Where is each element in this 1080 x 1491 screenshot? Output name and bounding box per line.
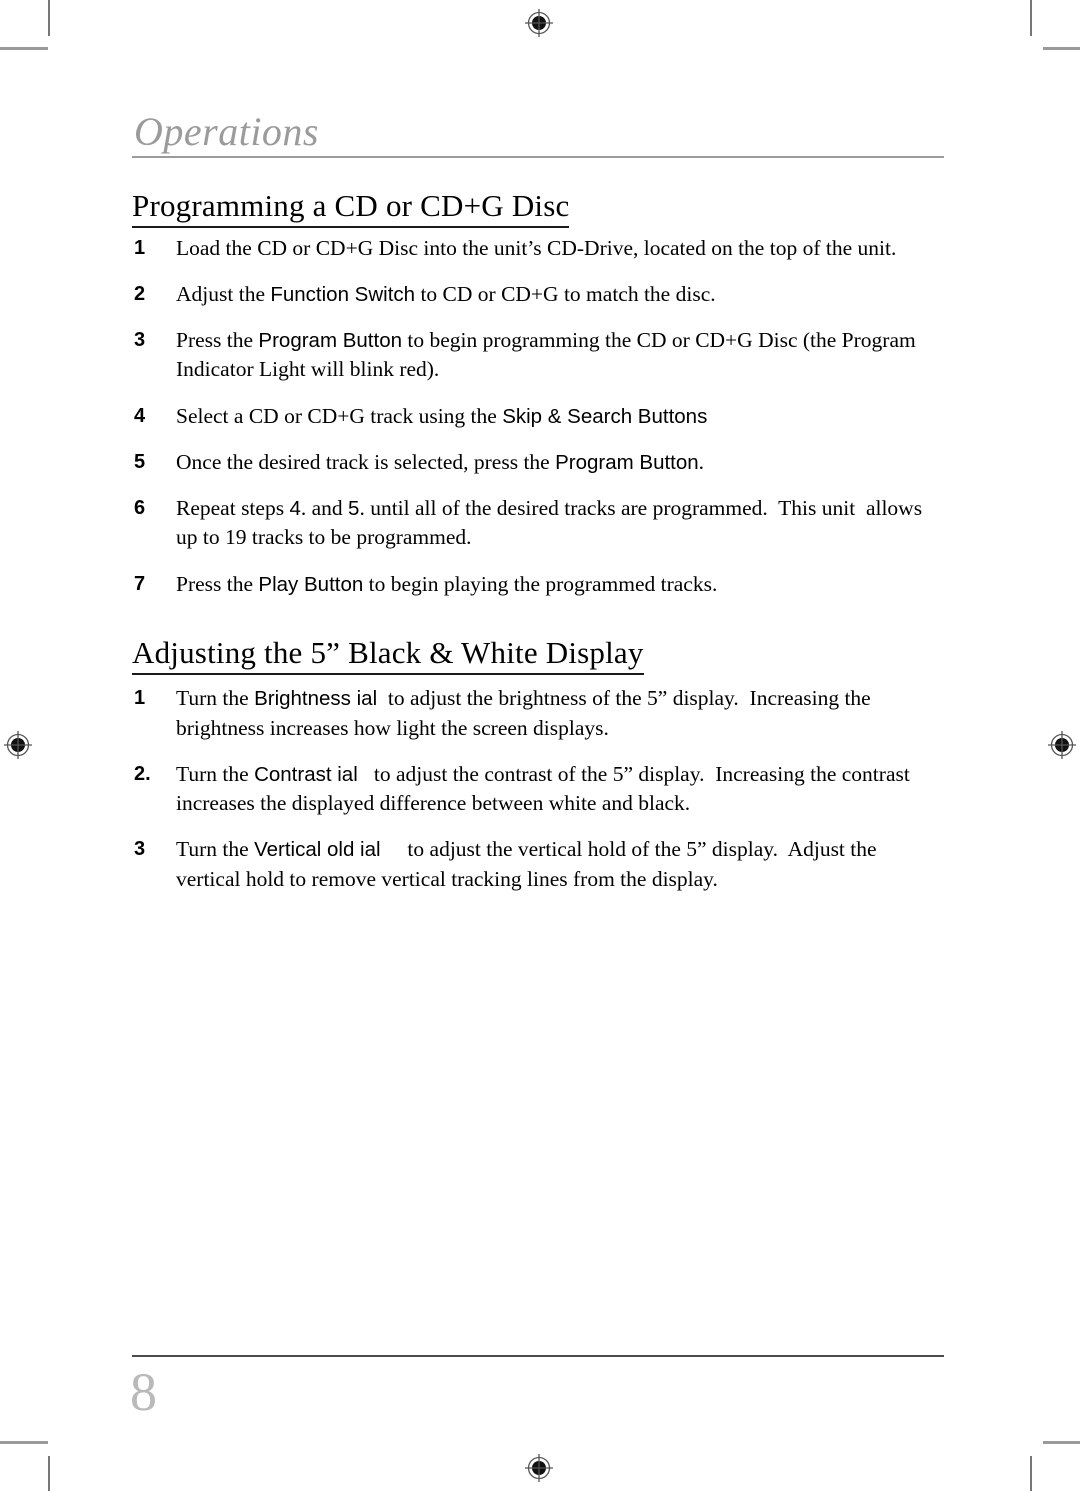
- crop-mark-bottom-right-vertical: [1030, 1456, 1032, 1491]
- step-text-run: Repeat steps: [176, 496, 290, 521]
- section-heading-display: Adjusting the 5” Black & White Display: [132, 634, 944, 675]
- step-text-run: to CD or CD+G to match the disc.: [415, 281, 716, 306]
- chapter-title: Operations: [134, 109, 319, 154]
- step-text: Repeat steps 4. and 5. until all of the …: [176, 494, 944, 552]
- control-name-emphasis: Vertical old ial: [254, 838, 381, 862]
- step-item: 5 Once the desired track is selected, pre…: [132, 448, 944, 477]
- step-text-run: Load the CD or CD+G Disc into the unit’s…: [176, 235, 897, 260]
- crop-mark-top-left-vertical: [48, 0, 50, 36]
- registration-target-icon-left: [4, 731, 32, 759]
- step-text: Adjust the Function Switch to CD or CD+G…: [176, 280, 944, 309]
- step-item: 3 Press the Program Button to begin progr…: [132, 326, 944, 384]
- section-heading-programming: Programming a CD or CD+G Disc: [132, 188, 944, 228]
- step-list-programming: 1 Load the CD or CD+G Disc into the unit’…: [132, 234, 944, 599]
- step-item: 1 Load the CD or CD+G Disc into the unit’…: [132, 234, 944, 263]
- step-item: 1 Turn the Brightness ial to adjust the b…: [132, 684, 944, 742]
- step-text-run: Press the: [176, 571, 259, 596]
- step-text-run: .: [698, 449, 705, 474]
- step-text-run: Turn the: [176, 686, 255, 711]
- step-text-run: Select a CD or CD+G track using the: [176, 403, 503, 428]
- step-text: Load the CD or CD+G Disc into the unit’s…: [176, 234, 944, 263]
- registration-target-icon-right: [1048, 731, 1076, 759]
- section-heading-display-text: Adjusting the 5” Black & White Display: [132, 634, 644, 675]
- registration-target-icon-bottom: [525, 1454, 553, 1482]
- step-number: 5: [134, 450, 146, 473]
- step-text: Press the Program Button to begin progra…: [176, 326, 944, 384]
- step-list-display: 1 Turn the Brightness ial to adjust the b…: [132, 684, 944, 893]
- document-page: Operations Programming a CD or CD+G Disc…: [0, 0, 1080, 1491]
- control-name-emphasis: Contrast ial: [254, 762, 358, 786]
- step-number: 3: [134, 329, 146, 352]
- page-content: Operations Programming a CD or CD+G Disc…: [132, 112, 944, 911]
- step-item: 3 Turn the Vertical old ial to adjust the…: [132, 835, 944, 893]
- step-number: 6: [134, 497, 146, 520]
- crop-mark-top-right-horizontal: [1043, 47, 1080, 50]
- step-text: Once the desired track is selected, pres…: [176, 448, 944, 477]
- step-text: Turn the Contrast ial to adjust the cont…: [176, 760, 944, 818]
- step-text-run: . and: [300, 496, 349, 521]
- crop-mark-top-left-horizontal: [0, 47, 48, 50]
- step-number: 2: [134, 282, 146, 305]
- step-text: Turn the Brightness ial to adjust the br…: [176, 684, 944, 742]
- step-item: 6 Repeat steps 4. and 5. until all of the…: [132, 494, 944, 552]
- step-number: 2.: [134, 762, 151, 785]
- step-text: Select a CD or CD+G track using the Skip…: [176, 402, 944, 431]
- control-name-emphasis: Program Button: [555, 450, 699, 474]
- step-number: 1: [134, 236, 146, 259]
- step-number: 7: [134, 572, 146, 595]
- control-name-emphasis: Program Button: [258, 329, 402, 353]
- step-item: 7 Press the Play Button to begin playing …: [132, 570, 944, 599]
- step-text-run: Once the desired track is selected, pres…: [176, 449, 556, 474]
- footer-rule: [132, 1355, 944, 1357]
- control-name-emphasis: Skip & Search Buttons: [502, 404, 708, 428]
- step-number: 3: [134, 838, 146, 861]
- control-name-emphasis: Function Switch: [270, 282, 416, 306]
- step-text-run: Adjust the: [176, 281, 271, 306]
- step-number: 4: [134, 404, 146, 427]
- step-text-run: Press the: [176, 328, 259, 353]
- crop-mark-top-right-vertical: [1030, 0, 1032, 36]
- step-item: 4 Select a CD or CD+G track using the Ski…: [132, 402, 944, 431]
- crop-mark-bottom-left-vertical: [48, 1456, 50, 1491]
- crop-mark-bottom-right-horizontal: [1043, 1441, 1080, 1444]
- page-number: 8: [130, 1362, 157, 1422]
- step-number: 1: [134, 687, 146, 710]
- step-text-run: Turn the: [176, 761, 255, 786]
- control-name-emphasis: Play Button: [258, 572, 364, 596]
- control-name-emphasis: Brightness ial: [254, 687, 378, 711]
- control-name-emphasis: 5: [348, 497, 360, 521]
- step-text: Turn the Vertical old ial to adjust the …: [176, 835, 944, 893]
- registration-target-icon-top: [525, 9, 553, 37]
- step-text: Press the Play Button to begin playing t…: [176, 570, 944, 599]
- chapter-title-rule: [132, 156, 944, 158]
- step-text-run: Turn the: [176, 837, 255, 862]
- step-item: 2 Adjust the Function Switch to CD or CD+…: [132, 280, 944, 309]
- step-item: 2. Turn the Contrast ial to adjust the co…: [132, 760, 944, 818]
- crop-mark-bottom-left-horizontal: [0, 1441, 48, 1444]
- step-text-run: to begin playing the programmed tracks.: [363, 571, 718, 596]
- section-heading-programming-text: Programming a CD or CD+G Disc: [132, 188, 570, 228]
- control-name-emphasis: 4: [289, 497, 301, 521]
